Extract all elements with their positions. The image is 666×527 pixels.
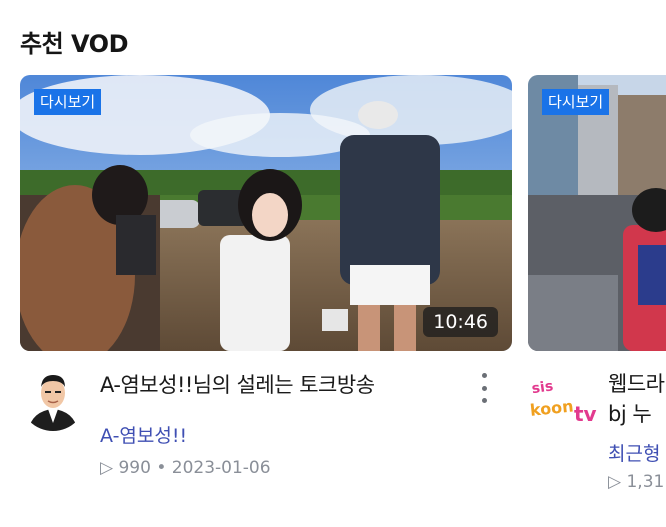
- channel-avatar[interactable]: sis koon tv: [528, 369, 600, 427]
- replay-badge: 다시보기: [34, 89, 102, 115]
- video-title[interactable]: A-염보성!!님의 설레는 토크방송: [100, 369, 512, 399]
- video-thumbnail[interactable]: 다시보기 10:46: [20, 75, 512, 351]
- duration-badge: 10:46: [423, 307, 498, 337]
- more-options-icon[interactable]: [474, 373, 494, 403]
- channel-logo-icon: sis koon tv: [528, 369, 600, 427]
- video-title-line: bj 누: [608, 402, 652, 426]
- svg-text:sis: sis: [531, 378, 554, 397]
- vod-card[interactable]: 다시보기 10:46 A-염보성!!님의 설레는 토크방송 A-염보성!! ▷ …: [20, 75, 512, 491]
- video-title[interactable]: 웹드라 bj 누: [608, 369, 666, 429]
- video-thumbnail[interactable]: 다시보기: [528, 75, 666, 351]
- video-stats: ▷ 1,31: [608, 472, 665, 492]
- thumbnail-image: [528, 75, 666, 351]
- avatar-portrait-icon: [20, 365, 86, 431]
- replay-badge: 다시보기: [542, 89, 610, 115]
- section-title: 추천 VOD: [20, 30, 129, 58]
- channel-name[interactable]: 최근형: [608, 439, 666, 466]
- svg-text:tv: tv: [574, 402, 597, 426]
- vod-card[interactable]: 다시보기 sis koon tv 웹드라 bj 누 최근형 ▷ 1,31: [528, 75, 666, 492]
- video-meta: sis koon tv 웹드라 bj 누 최근형 ▷ 1,31: [528, 351, 666, 492]
- video-title-line: 웹드라: [608, 372, 665, 396]
- video-stats: ▷ 990 • 2023-01-06: [100, 458, 271, 478]
- channel-avatar[interactable]: [20, 365, 86, 431]
- channel-name[interactable]: A-염보성!!: [100, 421, 512, 448]
- video-meta: A-염보성!!님의 설레는 토크방송 A-염보성!! ▷ 990 • 2023-…: [20, 351, 512, 491]
